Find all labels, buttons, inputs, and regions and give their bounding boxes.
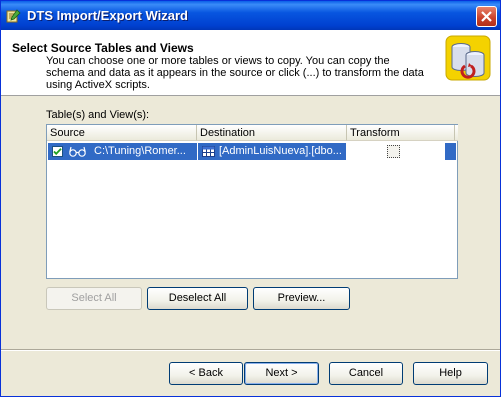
- preview-button[interactable]: Preview...: [253, 287, 350, 310]
- checkmark-icon: [53, 148, 62, 156]
- column-header-source[interactable]: Source: [47, 125, 197, 141]
- column-header-transform[interactable]: Transform: [347, 125, 455, 141]
- back-button[interactable]: < Back: [169, 362, 243, 385]
- transform-ellipsis-button[interactable]: [387, 145, 400, 158]
- cancel-button[interactable]: Cancel: [329, 362, 403, 385]
- tables-list[interactable]: Source Destination Transform C:\Tuning\R…: [46, 124, 458, 279]
- wizard-window: DTS Import/Export Wizard Select Source T…: [0, 0, 501, 397]
- help-button[interactable]: Help: [413, 362, 488, 385]
- title-bar[interactable]: DTS Import/Export Wizard: [1, 1, 500, 30]
- select-all-button[interactable]: Select All: [46, 287, 142, 310]
- view-glasses-icon: [69, 146, 86, 157]
- window-title: DTS Import/Export Wizard: [27, 8, 188, 23]
- page-description: You can choose one or more tables or vie…: [46, 55, 424, 91]
- destination-cell[interactable]: [AdminLuisNueva].[dbo...: [198, 143, 346, 160]
- next-button[interactable]: Next >: [244, 362, 319, 385]
- transform-cell: [346, 143, 445, 160]
- table-grid-icon: [202, 146, 215, 157]
- column-header-filler: [455, 125, 458, 141]
- list-label: Table(s) and View(s):: [46, 109, 150, 121]
- close-x-icon: [481, 11, 492, 22]
- row-checkbox[interactable]: [52, 146, 63, 157]
- destination-name: [AdminLuisNueva].[dbo...: [219, 145, 342, 157]
- wizard-app-icon: [6, 9, 21, 23]
- source-cell[interactable]: C:\Tuning\Romer...: [48, 143, 197, 160]
- footer-separator: [1, 349, 500, 351]
- row-selection-end: [445, 143, 456, 160]
- database-cylinders-icon: [445, 35, 491, 81]
- table-row[interactable]: C:\Tuning\Romer... [AdminLuisNueva].[dbo…: [48, 143, 456, 160]
- deselect-all-button[interactable]: Deselect All: [147, 287, 248, 310]
- column-header-destination[interactable]: Destination: [197, 125, 347, 141]
- page-title: Select Source Tables and Views: [12, 41, 194, 55]
- close-button[interactable]: [476, 6, 497, 27]
- source-name: C:\Tuning\Romer...: [94, 145, 186, 157]
- wizard-header: Select Source Tables and Views You can c…: [1, 30, 500, 96]
